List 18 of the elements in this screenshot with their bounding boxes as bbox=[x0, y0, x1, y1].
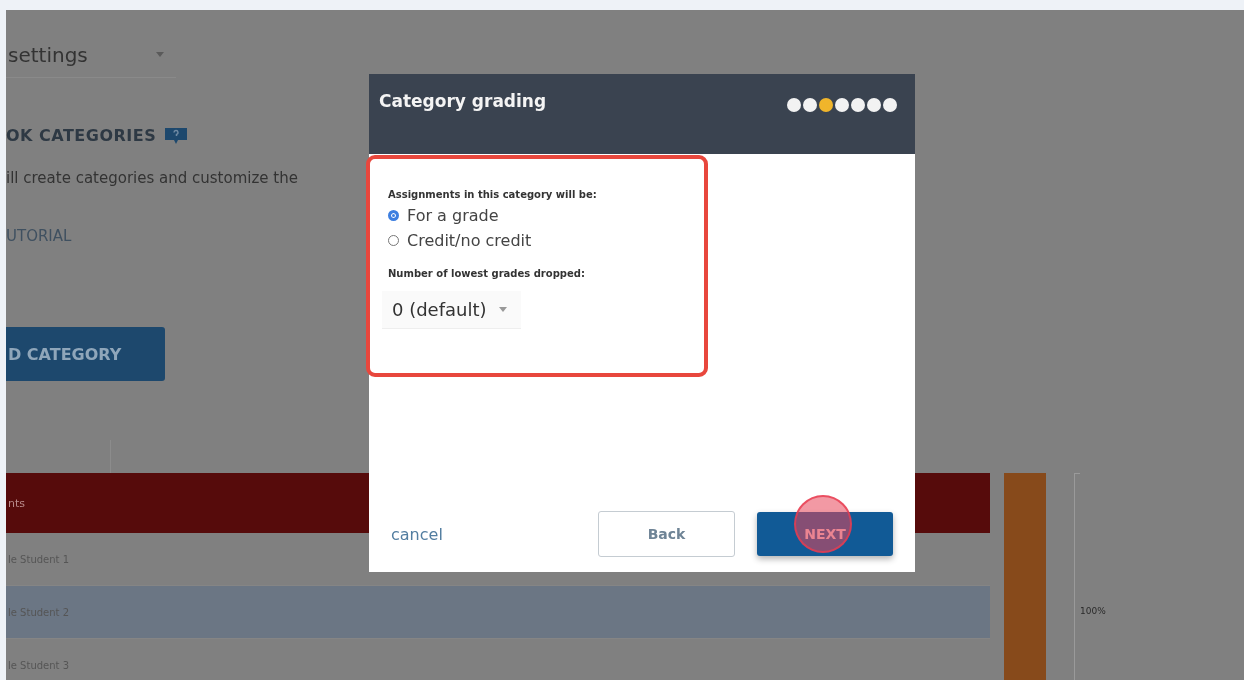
radio-icon[interactable] bbox=[388, 235, 399, 246]
tutorial-link[interactable]: UTORIAL bbox=[6, 227, 72, 245]
dropped-label: Number of lowest grades dropped: bbox=[388, 268, 585, 279]
next-button[interactable]: NEXT bbox=[757, 512, 893, 556]
settings-select[interactable]: settings bbox=[6, 32, 176, 78]
radio-icon[interactable] bbox=[388, 210, 399, 221]
description-text: ill create categories and customize the bbox=[6, 169, 298, 187]
add-category-button[interactable]: D CATEGORY bbox=[6, 327, 165, 381]
radio-option[interactable]: For a grade bbox=[388, 206, 499, 225]
dropped-select[interactable]: 0 (default) bbox=[382, 291, 521, 329]
click-marker bbox=[794, 495, 852, 553]
back-button[interactable]: Back bbox=[598, 511, 735, 557]
help-icon[interactable] bbox=[164, 126, 189, 145]
radio-option[interactable]: Credit/no credit bbox=[388, 231, 532, 250]
question-label: Assignments in this category will be: bbox=[388, 189, 597, 200]
chart-label: 100% bbox=[1080, 606, 1106, 616]
dialog-title: Category grading bbox=[379, 91, 547, 111]
section-title: OK CATEGORIES bbox=[6, 126, 157, 145]
